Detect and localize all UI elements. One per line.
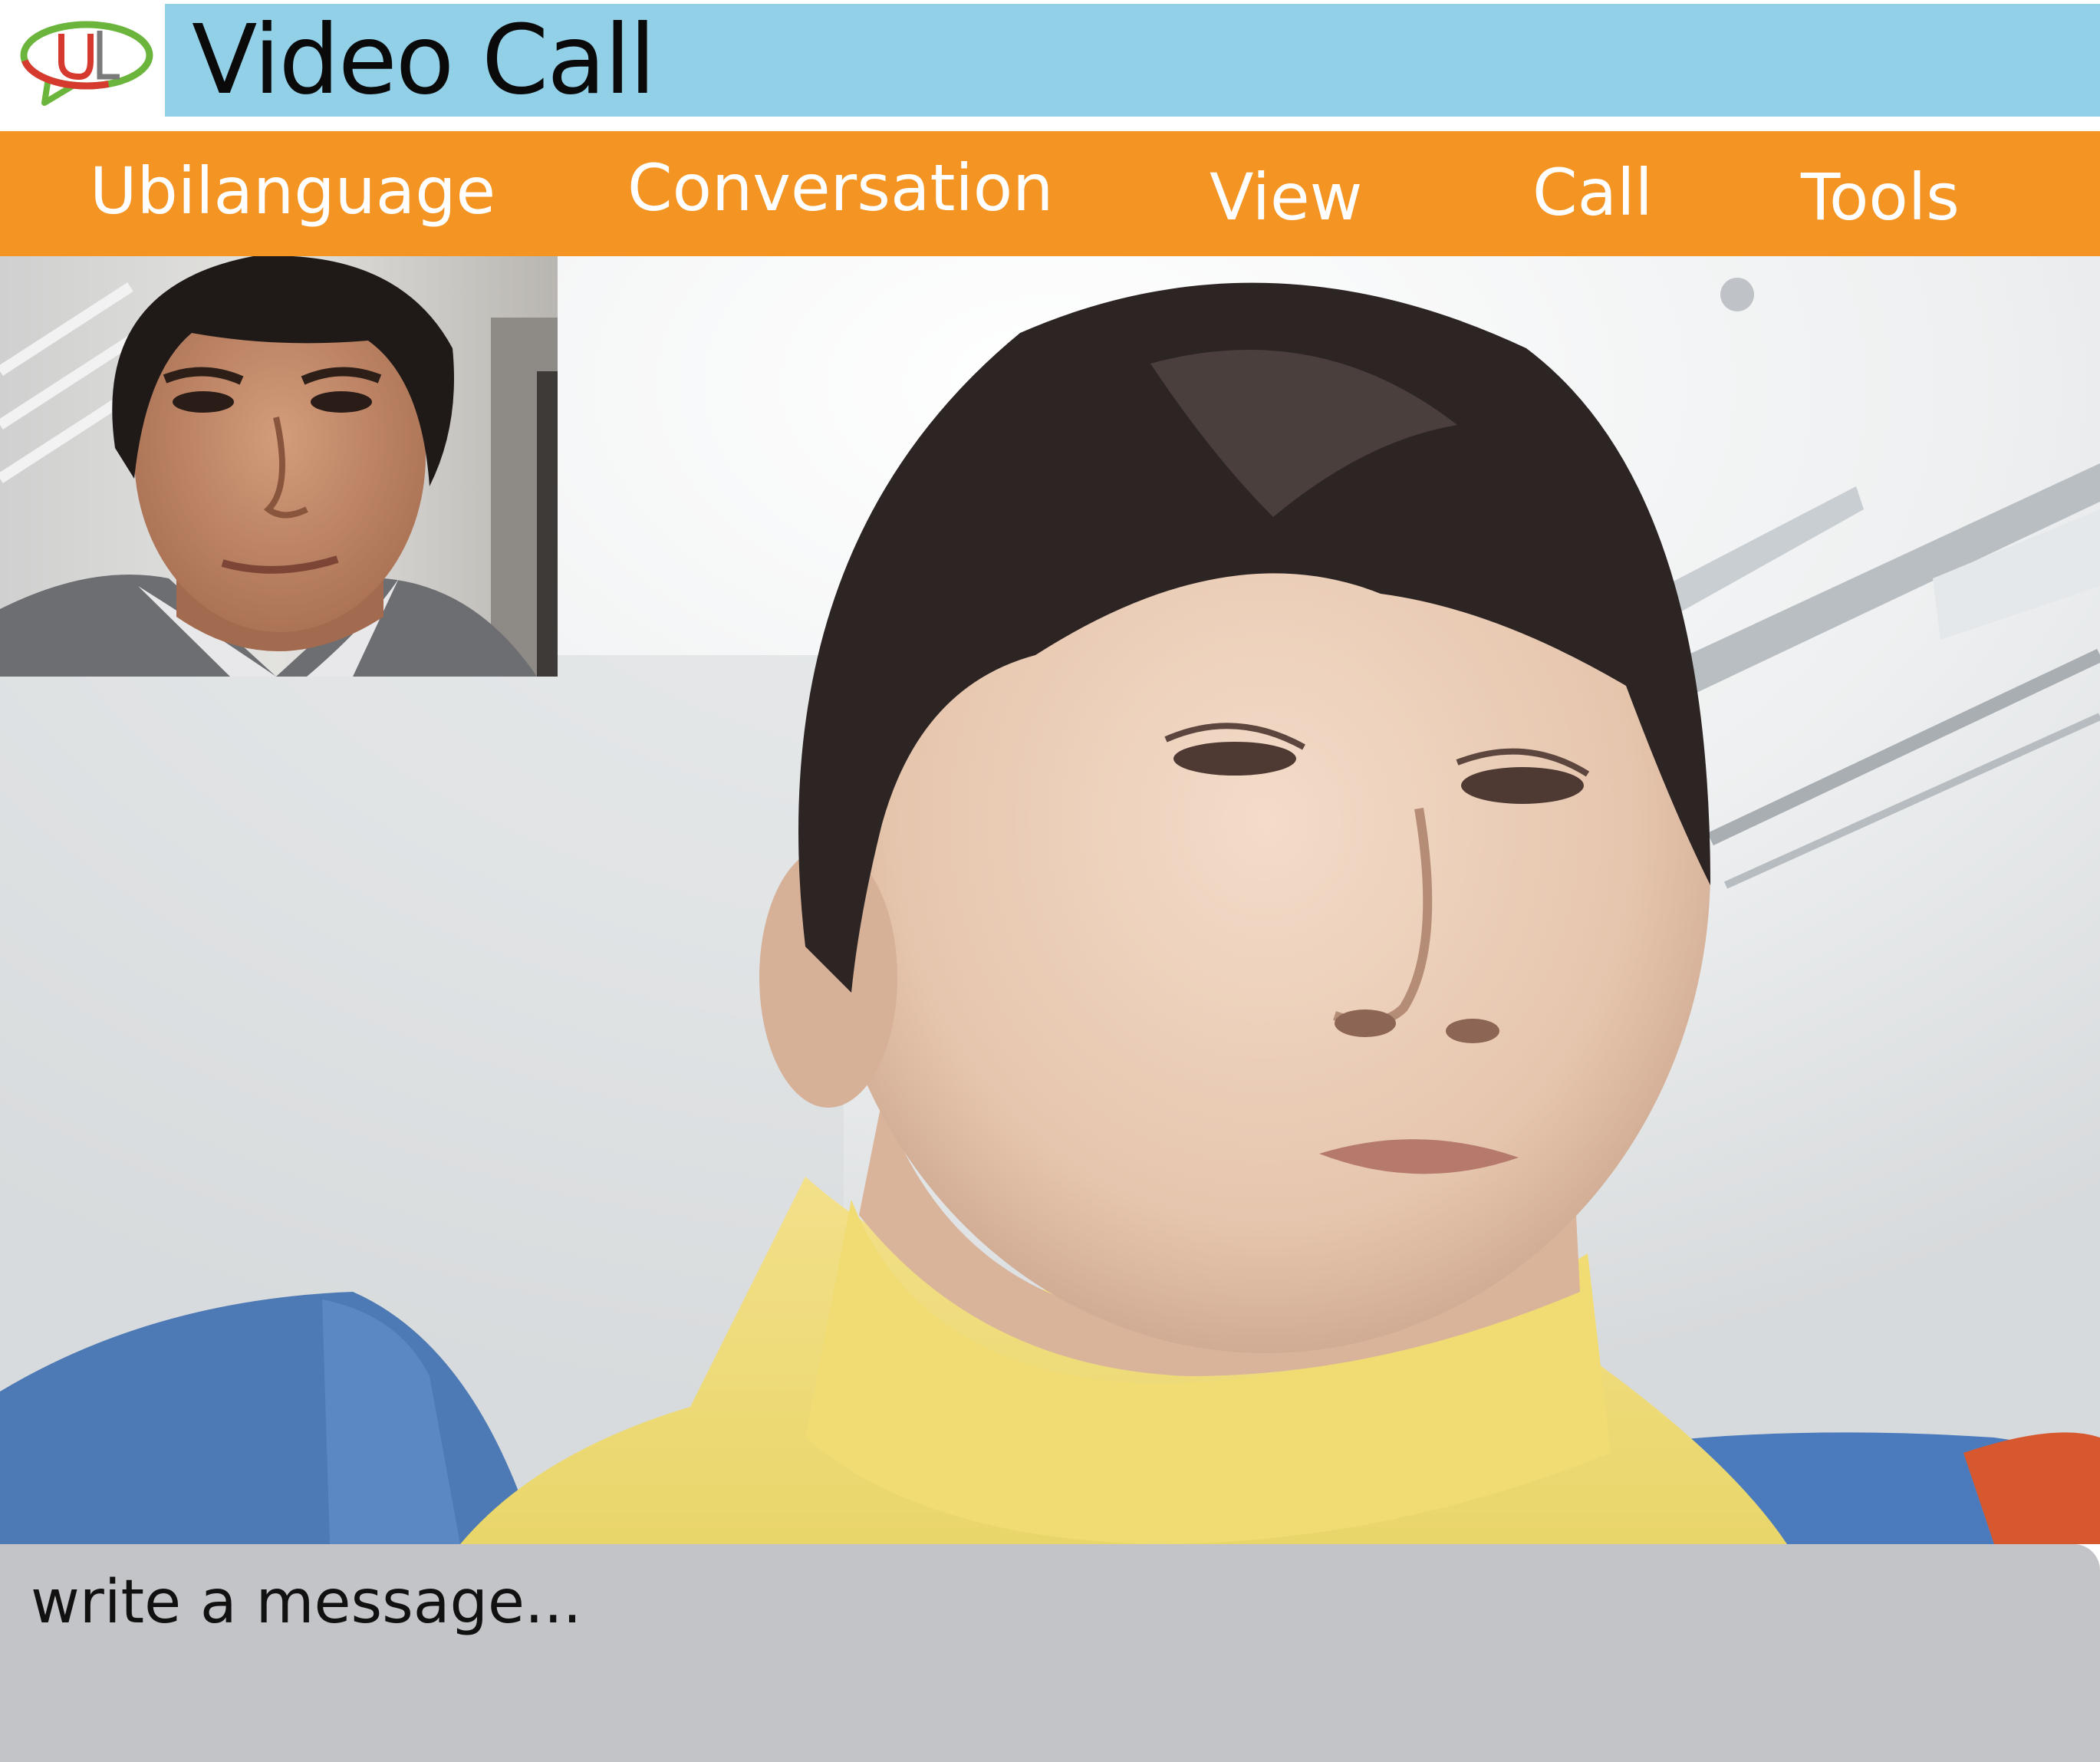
menu-item-conversation[interactable]: Conversation [627, 150, 1053, 226]
menu-item-tools[interactable]: Tools [1801, 159, 1960, 235]
window-title: Video Call [192, 5, 656, 116]
menu-item-ubilanguage[interactable]: Ubilanguage [90, 153, 495, 229]
self-video-preview[interactable] [0, 256, 558, 677]
menu-bar: Ubilanguage Conversation View Call Tools [0, 131, 2100, 256]
video-call-window: Video Call Ubilanguage Conversation View… [0, 0, 2100, 1762]
menu-item-view[interactable]: View [1210, 159, 1362, 235]
menu-item-call[interactable]: Call [1532, 154, 1653, 231]
app-logo [14, 17, 160, 113]
message-input[interactable]: write a message... [0, 1544, 2100, 1762]
message-placeholder: write a message... [31, 1568, 582, 1637]
title-bar: Video Call [165, 4, 2100, 117]
